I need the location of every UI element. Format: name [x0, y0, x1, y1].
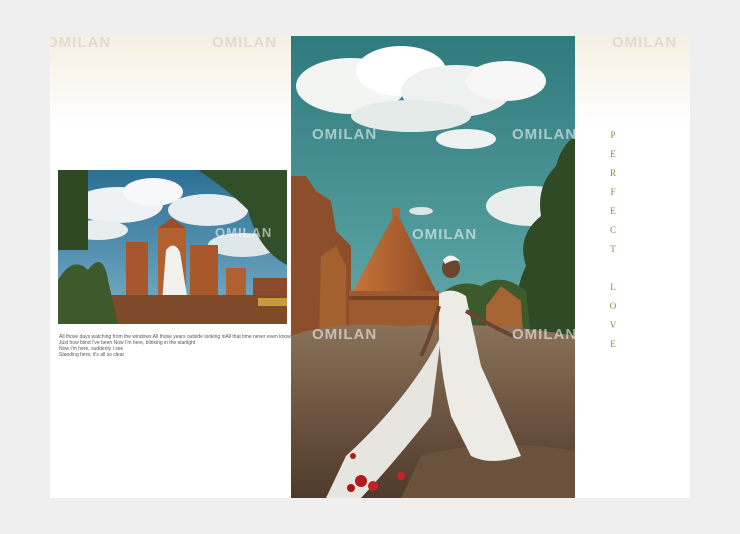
title-letter: P [610, 130, 616, 140]
caption: All those days watching from the windows… [59, 334, 297, 358]
watermark: OMILAN [215, 225, 273, 240]
small-photo [58, 170, 287, 324]
watermark: OMILAN [512, 326, 578, 343]
title-letter: E [610, 206, 616, 216]
title-letter: R [609, 168, 616, 178]
watermark: OMILAN [612, 36, 678, 51]
title-letter: E [610, 149, 616, 159]
title-letter [603, 259, 623, 278]
caption-line: Standing here, it's all so clear [59, 352, 125, 358]
watermark: OMILAN [312, 326, 378, 343]
watermark: OMILAN [50, 36, 112, 51]
watermark: OMILAN [212, 36, 278, 51]
title-letter: O [609, 301, 617, 311]
title-letter: V [609, 320, 617, 330]
album-spread: OMILAN OMILAN OMILAN OMILAN All those da… [50, 36, 690, 498]
title-letter: C [609, 225, 616, 235]
watermark: OMILAN [512, 126, 578, 143]
title-letter: L [610, 282, 616, 292]
watermark: OMILAN [412, 226, 478, 243]
title-letter: T [610, 244, 616, 254]
title-letter: F [610, 187, 616, 197]
watermark: OMILAN [312, 126, 378, 143]
title-letter: E [610, 339, 616, 349]
perfect-love-title: P E R F E C T L O V E [603, 126, 623, 354]
main-photo [291, 36, 575, 498]
